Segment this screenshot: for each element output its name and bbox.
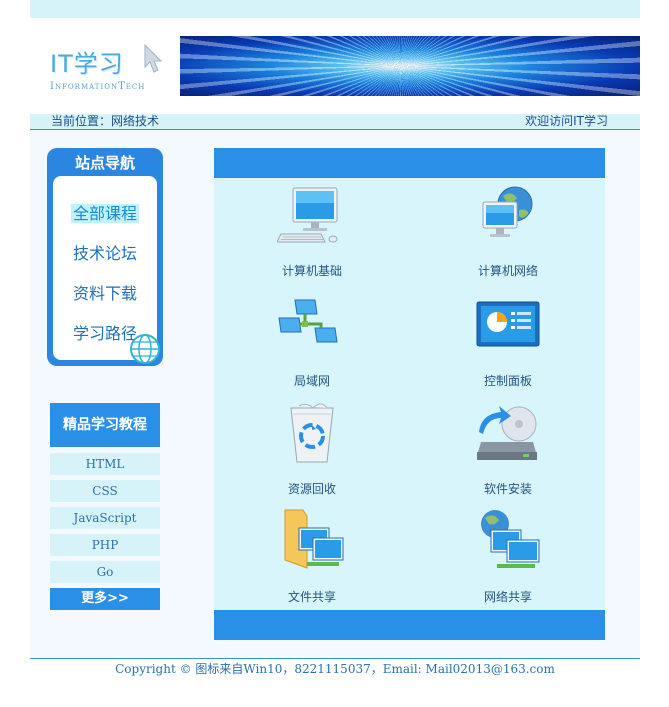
more-tutorials-link[interactable]: 更多>> — [50, 588, 160, 610]
welcome-text: 欢迎访问IT学习 — [525, 114, 608, 128]
tile-label: 局域网 — [293, 374, 330, 388]
tile-label: 文件共享 — [287, 590, 336, 604]
tile-control-panel[interactable]: 控制面板 — [438, 294, 578, 394]
tutorial-item-php[interactable]: PHP — [50, 534, 160, 556]
recycle-bin-icon — [290, 403, 334, 463]
tile-computer-network[interactable]: 计算机网络 — [438, 184, 578, 284]
tutorials-title: 精品学习教程 — [50, 403, 160, 447]
main-panel-footer — [214, 610, 605, 640]
network-share-icon — [481, 510, 540, 568]
page: IT学习 InformationTech 当前位置：网络技术 欢迎访问IT学习 … — [30, 0, 640, 707]
footer-copyright: Copyright © 图标来自Win10，8221115037，Email: … — [115, 662, 555, 676]
nav-item-all-courses[interactable]: 全部课程 — [53, 200, 157, 224]
tile-label: 网络共享 — [483, 590, 532, 604]
tile-label: 软件安装 — [483, 482, 532, 496]
tile-file-share[interactable]: 文件共享 — [242, 508, 382, 608]
tile-label: 计算机基础 — [281, 264, 342, 278]
software-install-icon — [477, 406, 537, 460]
tutorial-item-html[interactable]: HTML — [50, 453, 160, 475]
tutorial-item-go[interactable]: Go — [50, 561, 160, 583]
main-panel-header — [214, 148, 605, 178]
tutorial-item-javascript[interactable]: JavaScript — [50, 507, 160, 529]
globe-icon — [130, 334, 160, 364]
logo-title: IT学习 — [50, 50, 124, 78]
tile-software-install[interactable]: 软件安装 — [438, 402, 578, 502]
tile-computer-basics[interactable]: 计算机基础 — [242, 184, 382, 284]
site-logo[interactable]: IT学习 InformationTech — [50, 44, 145, 92]
file-share-icon — [284, 509, 344, 569]
network-globe-icon — [482, 186, 533, 237]
header-banner — [180, 36, 640, 96]
tile-label: 计算机网络 — [477, 264, 538, 278]
computer-icon — [277, 187, 338, 243]
tile-lan[interactable]: 局域网 — [242, 294, 382, 394]
cursor-arrow-icon — [144, 43, 163, 73]
lan-icon — [278, 299, 338, 343]
nav-item-downloads[interactable]: 资料下载 — [53, 280, 157, 304]
tile-network-share[interactable]: 网络共享 — [438, 508, 578, 608]
control-panel-icon — [476, 301, 540, 347]
tile-label: 控制面板 — [483, 374, 532, 388]
location-bar: 当前位置：网络技术 欢迎访问IT学习 — [30, 114, 640, 130]
tile-recycle-bin[interactable]: 资源回收 — [242, 402, 382, 502]
tutorial-item-css[interactable]: CSS — [50, 480, 160, 502]
logo-subtitle: InformationTech — [50, 81, 146, 92]
main-panel: 计算机基础 计算机网络 局域网 控制面板 资源回收 软件安装 文件共享 网络共享 — [214, 148, 605, 640]
tile-label: 资源回收 — [287, 482, 336, 496]
breadcrumb: 当前位置：网络技术 — [51, 114, 160, 128]
nav-item-forum[interactable]: 技术论坛 — [53, 240, 157, 264]
top-bar — [30, 0, 640, 18]
site-nav-title: 站点导航 — [74, 154, 135, 172]
footer-divider — [30, 658, 640, 659]
